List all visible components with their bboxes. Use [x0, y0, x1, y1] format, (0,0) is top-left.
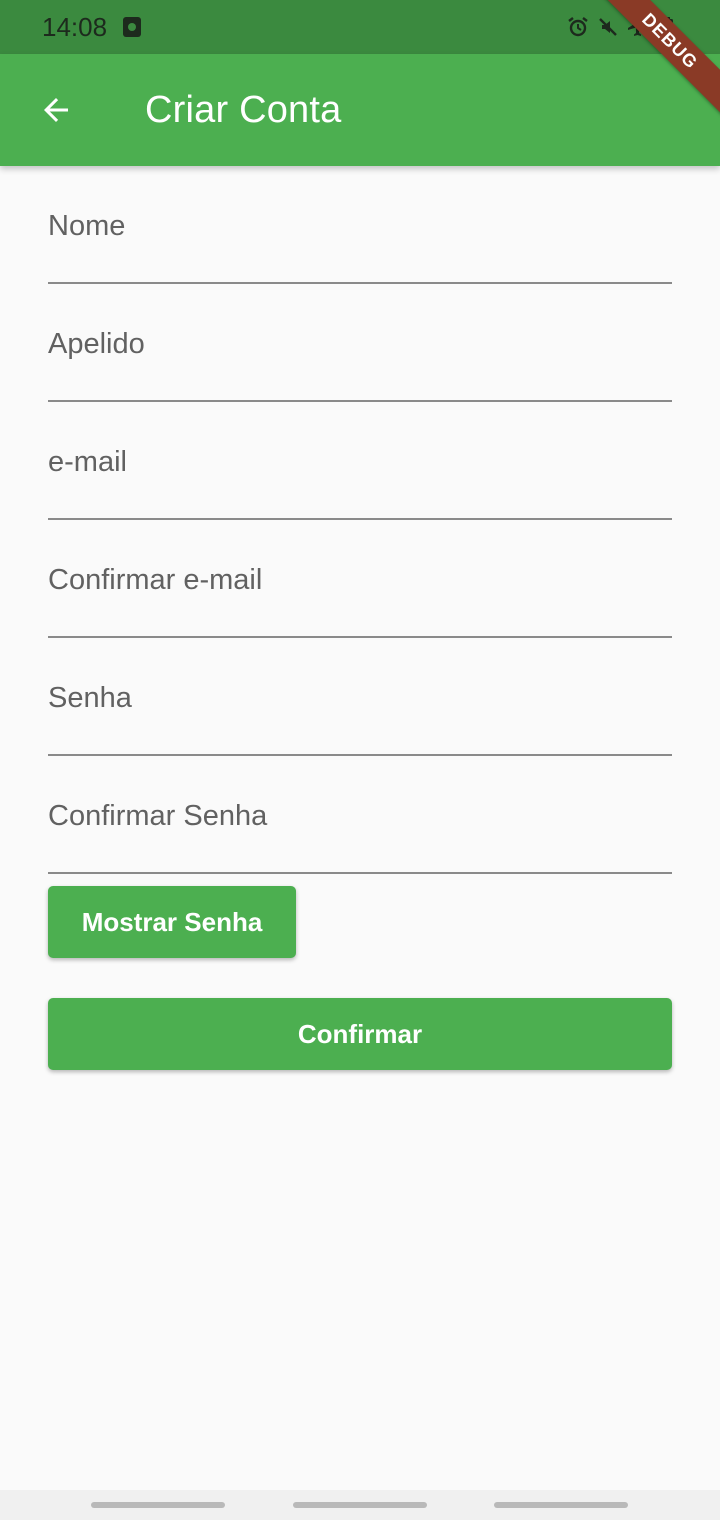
confirm-password-input[interactable]: [48, 756, 672, 872]
battery-icon: [663, 17, 673, 37]
password-field: Senha: [48, 638, 672, 756]
nav-back-pill[interactable]: [494, 1502, 628, 1508]
navigation-bar: [0, 1490, 720, 1520]
photo-icon: [122, 16, 142, 38]
page-title: Criar Conta: [145, 89, 342, 131]
nickname-input[interactable]: [48, 284, 672, 400]
status-icons: [566, 14, 680, 40]
email-input[interactable]: [48, 402, 672, 518]
show-password-button[interactable]: Mostrar Senha: [48, 886, 296, 958]
back-button[interactable]: [24, 78, 88, 142]
nav-recents-pill[interactable]: [91, 1502, 225, 1508]
confirm-email-field: Confirmar e-mail: [48, 520, 672, 638]
nickname-field: Apelido: [48, 284, 672, 402]
arrow-left-icon: [44, 98, 68, 122]
confirm-password-field: Confirmar Senha: [48, 756, 672, 874]
nav-home-pill[interactable]: [293, 1502, 427, 1508]
app-bar: Criar Conta: [0, 54, 720, 166]
confirm-button[interactable]: Confirmar: [48, 998, 672, 1070]
password-input[interactable]: [48, 638, 672, 754]
name-input[interactable]: [48, 166, 672, 282]
status-time: 14:08: [42, 12, 108, 42]
name-field: Nome: [48, 166, 672, 284]
signup-form: Nome Apelido e-mail Confirmar e-mail Sen…: [48, 166, 672, 874]
airplane-icon: [628, 17, 647, 36]
email-field: e-mail: [48, 402, 672, 520]
status-bar: 14:08: [0, 0, 720, 54]
alarm-icon: [568, 17, 588, 37]
confirm-email-input[interactable]: [48, 520, 672, 636]
mute-icon: [599, 18, 617, 36]
